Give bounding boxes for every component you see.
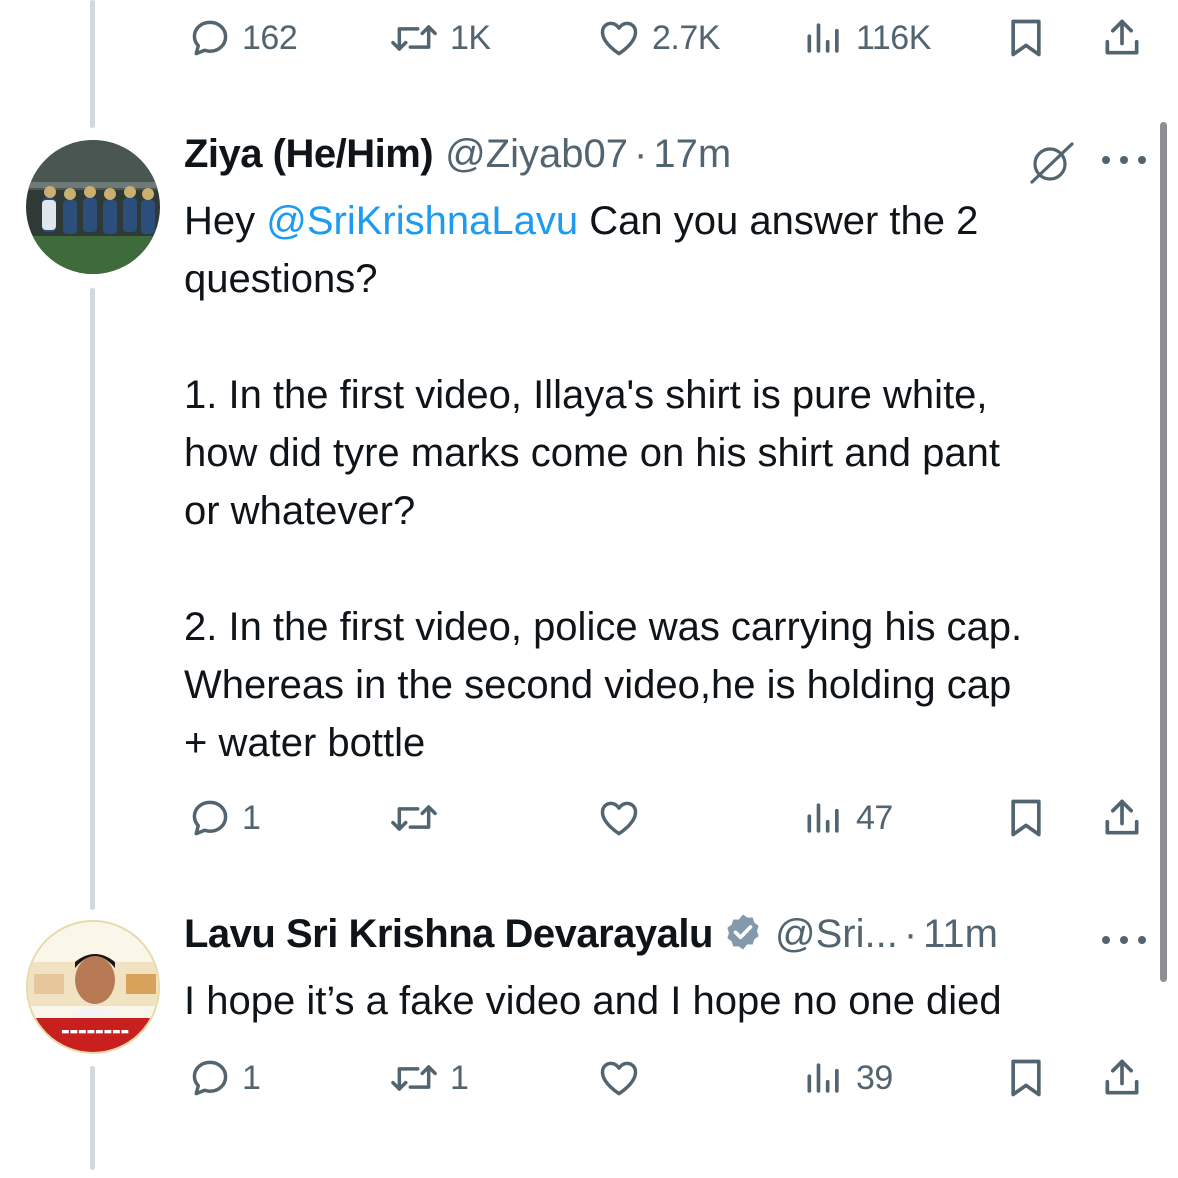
more-options-icon[interactable] — [1102, 936, 1146, 948]
share-button[interactable] — [1100, 790, 1144, 846]
reply-button[interactable]: 1 — [188, 790, 261, 846]
views-count: 116K — [856, 18, 931, 57]
retweet-count: 1K — [450, 18, 491, 57]
retweet-button[interactable] — [388, 790, 450, 846]
heart-icon — [600, 21, 638, 56]
tweet2-header: Lavu Sri Krishna Devarayalu @Sri... · 11… — [184, 912, 998, 962]
views-icon — [807, 803, 839, 833]
views-icon — [807, 23, 839, 53]
share-button[interactable] — [1100, 10, 1144, 66]
reply-button[interactable]: 1 — [188, 1050, 261, 1106]
user-handle[interactable]: @Sri... — [775, 912, 898, 957]
views-icon — [807, 1063, 839, 1093]
display-name[interactable]: Ziya (He/Him) — [184, 132, 434, 177]
views-button[interactable]: 39 — [802, 1050, 893, 1106]
separator-dot: · — [634, 132, 648, 176]
share-icon — [1105, 799, 1139, 835]
retweet-button[interactable]: 1K — [388, 10, 491, 66]
timestamp[interactable]: 11m — [923, 912, 998, 957]
avatar-lavu-image: ▬▬▬▬▬▬▬▬ — [28, 922, 158, 1052]
top-tweet-actions: 162 1K 2.7K 116K — [184, 10, 1146, 66]
tweet2-actions: 1 1 39 — [184, 1050, 1146, 1106]
tweet1-header: Ziya (He/Him) @Ziyab07 · 17m — [184, 132, 731, 177]
share-button[interactable] — [1100, 1050, 1144, 1106]
like-button[interactable] — [596, 790, 652, 846]
views-count: 39 — [856, 1058, 893, 1097]
thread-line-bottom — [90, 1066, 95, 1170]
scrollbar[interactable] — [1160, 122, 1167, 982]
svg-text:▬▬▬▬▬▬▬▬: ▬▬▬▬▬▬▬▬ — [61, 1027, 129, 1037]
views-button[interactable]: 116K — [802, 10, 931, 66]
display-name[interactable]: Lavu Sri Krishna Devarayalu — [184, 912, 713, 957]
more-options-icon[interactable] — [1102, 156, 1146, 168]
timestamp[interactable]: 17m — [653, 132, 731, 177]
retweet-icon — [391, 1065, 437, 1091]
tweet2-text: I hope it’s a fake video and I hope no o… — [184, 979, 1002, 1023]
bookmark-icon — [1011, 799, 1041, 837]
bookmark-button[interactable] — [1004, 790, 1048, 846]
reply-icon — [192, 800, 228, 836]
user-handle[interactable]: @Ziyab07 — [445, 132, 628, 177]
views-count: 47 — [856, 798, 893, 837]
thread-line-top — [90, 0, 95, 128]
share-icon — [1105, 19, 1139, 55]
avatar-ziya[interactable] — [26, 140, 160, 274]
thread-line-middle — [90, 288, 95, 910]
like-button[interactable] — [596, 1050, 652, 1106]
mention-link[interactable]: @SriKrishnaLavu — [266, 199, 578, 243]
share-icon — [1105, 1059, 1139, 1095]
reply-count: 1 — [242, 798, 261, 837]
avatar-lavu[interactable]: ▬▬▬▬▬▬▬▬ — [26, 920, 160, 1054]
heart-icon — [600, 1061, 638, 1096]
reply-count: 1 — [242, 1058, 261, 1097]
verified-badge-icon[interactable] — [723, 912, 763, 962]
bookmark-button[interactable] — [1004, 10, 1048, 66]
retweet-icon — [391, 805, 437, 831]
avatar-ziya-image — [26, 140, 160, 274]
tweet1-actions: 1 47 — [184, 790, 1146, 846]
like-button[interactable]: 2.7K — [596, 10, 720, 66]
tweet1-text: Hey @SriKrishnaLavu Can you answer the 2… — [184, 199, 1023, 765]
bookmark-button[interactable] — [1004, 1050, 1048, 1106]
separator-dot: · — [903, 912, 918, 956]
bookmark-icon — [1011, 1059, 1041, 1097]
like-count: 2.7K — [652, 18, 720, 57]
retweet-count: 1 — [450, 1058, 469, 1097]
heart-icon — [600, 801, 638, 836]
reply-icon — [192, 1060, 228, 1096]
retweet-button[interactable]: 1 — [388, 1050, 469, 1106]
bookmark-icon — [1011, 19, 1041, 57]
reply-button[interactable]: 162 — [188, 10, 298, 66]
reply-icon — [192, 20, 228, 56]
grok-icon[interactable] — [1026, 140, 1076, 191]
views-button[interactable]: 47 — [802, 790, 893, 846]
reply-count: 162 — [242, 18, 298, 57]
retweet-icon — [391, 25, 437, 51]
